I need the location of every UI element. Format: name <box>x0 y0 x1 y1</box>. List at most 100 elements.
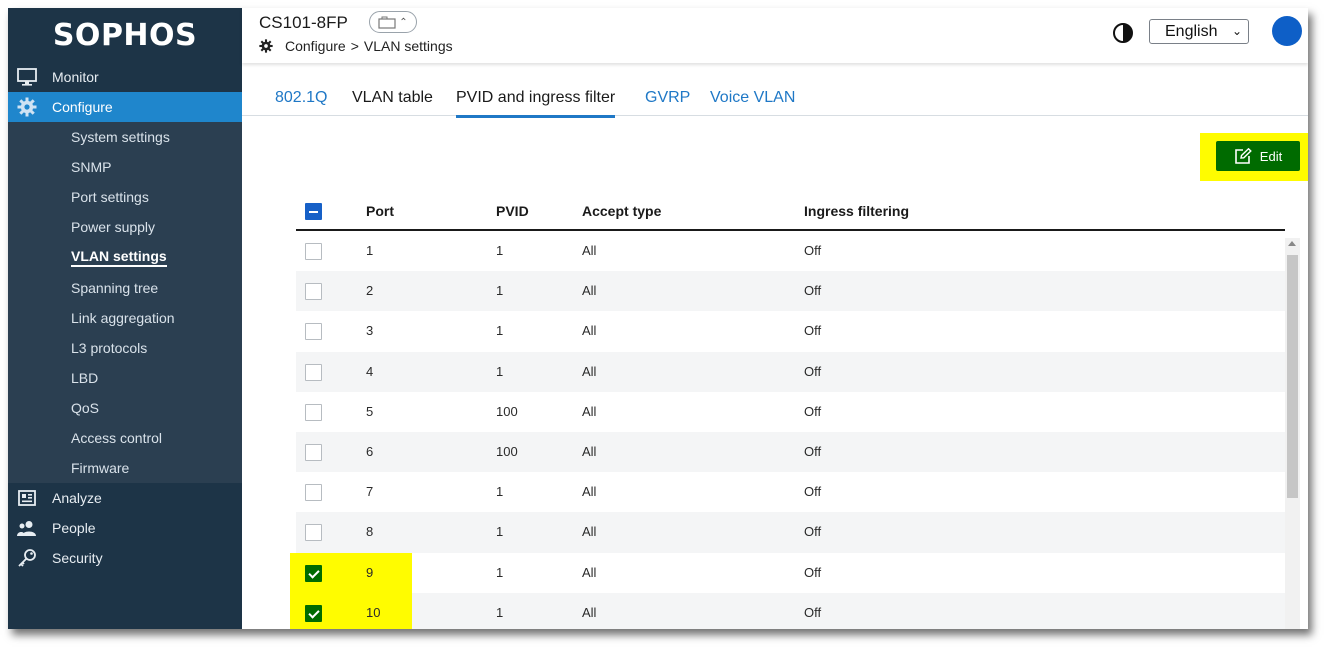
tab-802-1q[interactable]: 802.1Q <box>275 89 327 107</box>
row-checkbox[interactable] <box>305 243 322 260</box>
table-row[interactable]: 9 1 All Off <box>290 552 1285 593</box>
sidebar-item-system-settings[interactable]: System settings <box>8 122 242 152</box>
sidebar-item-snmp[interactable]: SNMP <box>8 152 242 182</box>
nav-analyze[interactable]: Analyze <box>8 483 242 513</box>
cell-pvid: 1 <box>496 484 504 500</box>
people-icon <box>16 517 38 539</box>
language-select[interactable]: English ⌄ <box>1149 19 1249 44</box>
top-header: CS101-8FP ⌃ Configure > VLAN settings En… <box>242 8 1308 63</box>
row-checkbox[interactable] <box>305 283 322 301</box>
cell-pvid: 1 <box>496 524 504 540</box>
table-row[interactable]: 7 1 All Off <box>296 472 1285 512</box>
cell-port: 10 <box>366 604 381 620</box>
nav-people[interactable]: People <box>8 513 242 543</box>
tab-vlan-table[interactable]: VLAN table <box>352 89 433 107</box>
cell-ingress: Off <box>804 484 822 500</box>
cell-ingress: Off <box>804 363 822 379</box>
sidebar-item-link-aggregation[interactable]: Link aggregation <box>8 303 242 333</box>
column-header-pvid[interactable]: PVID <box>496 203 529 219</box>
cell-pvid: 1 <box>496 283 504 299</box>
sidebar-item-firmware[interactable]: Firmware <box>8 453 242 483</box>
row-checkbox[interactable] <box>305 604 322 622</box>
nav-monitor[interactable]: Monitor <box>8 62 242 92</box>
edit-button[interactable]: Edit <box>1216 141 1300 171</box>
sidebar-item-spanning-tree[interactable]: Spanning tree <box>8 272 242 302</box>
nav-security-label: Security <box>52 550 103 567</box>
device-name: CS101-8FP <box>259 13 348 32</box>
table-body: 1 1 All Off 2 1 All Off 3 1 All Off 4 1 … <box>290 231 1285 629</box>
cell-port: 3 <box>366 323 374 339</box>
device-icon <box>378 16 396 29</box>
cell-accept-type: All <box>582 524 597 540</box>
row-checkbox[interactable] <box>305 443 322 461</box>
nav-monitor-label: Monitor <box>52 69 99 85</box>
chevron-up-icon: ⌃ <box>399 16 408 28</box>
monitor-icon <box>16 66 38 88</box>
sidebar-item-qos[interactable]: QoS <box>8 393 242 423</box>
configure-submenu: System settings SNMP Port settings Power… <box>8 122 242 484</box>
cell-accept-type: All <box>582 243 597 258</box>
table-row[interactable]: 4 1 All Off <box>296 351 1285 392</box>
chevron-down-icon: ⌄ <box>1231 24 1242 38</box>
sidebar-item-access-control[interactable]: Access control <box>8 423 242 453</box>
table-row[interactable]: 1 1 All Off <box>296 231 1285 271</box>
cell-pvid: 100 <box>496 443 518 459</box>
table-row[interactable]: 6 100 All Off <box>296 431 1285 473</box>
user-avatar[interactable] <box>1272 16 1302 46</box>
cell-ingress: Off <box>804 243 822 258</box>
nav-configure[interactable]: Configure <box>8 92 242 122</box>
cell-accept-type: All <box>582 484 597 500</box>
edit-icon <box>1234 148 1252 164</box>
row-checkbox[interactable] <box>305 524 322 542</box>
language-value: English <box>1165 22 1218 40</box>
gear-icon <box>259 39 273 53</box>
key-icon <box>16 547 38 569</box>
cell-accept-type: All <box>582 403 597 419</box>
table-row[interactable]: 5 100 All Off <box>296 392 1285 432</box>
breadcrumb-page: VLAN settings <box>363 38 453 54</box>
tab-pvid-ingress-filter[interactable]: PVID and ingress filter <box>456 89 616 118</box>
table-row[interactable]: 2 1 All Off <box>296 271 1285 312</box>
nav-people-label: People <box>52 520 96 537</box>
sidebar: SOPHOS Monitor Configure System settings… <box>8 8 242 629</box>
cell-ingress: Off <box>804 443 822 459</box>
gear-icon <box>16 96 38 118</box>
cell-ingress: Off <box>804 283 822 299</box>
tab-gvrp[interactable]: GVRP <box>645 89 690 107</box>
sidebar-item-power-supply[interactable]: Power supply <box>8 212 242 242</box>
cell-port: 4 <box>366 363 374 379</box>
sidebar-item-port-settings[interactable]: Port settings <box>8 182 242 212</box>
scrollbar-thumb[interactable] <box>1287 255 1298 498</box>
tab-bar: 802.1Q VLAN table PVID and ingress filte… <box>242 63 1308 118</box>
sidebar-item-l3-protocols[interactable]: L3 protocols <box>8 333 242 363</box>
nav-security[interactable]: Security <box>8 543 242 573</box>
table-row[interactable]: 3 1 All Off <box>296 311 1285 351</box>
cell-port: 9 <box>366 564 374 580</box>
cell-ingress: Off <box>804 403 822 419</box>
pvid-table: Port PVID Accept type Ingress filtering … <box>290 195 1285 629</box>
row-checkbox[interactable] <box>305 363 322 381</box>
contrast-toggle-icon[interactable] <box>1112 22 1134 49</box>
column-header-ingress-filtering[interactable]: Ingress filtering <box>804 203 909 219</box>
cell-pvid: 1 <box>496 363 504 379</box>
cell-pvid: 1 <box>496 604 504 620</box>
tab-voice-vlan[interactable]: Voice VLAN <box>710 89 795 107</box>
sidebar-item-vlan-settings[interactable]: VLAN settings <box>8 242 242 272</box>
sidebar-item-lbd[interactable]: LBD <box>8 363 242 393</box>
scroll-up-arrow-icon[interactable] <box>1288 241 1296 246</box>
row-checkbox[interactable] <box>305 564 322 582</box>
device-info-button[interactable]: ⌃ <box>369 11 417 33</box>
row-checkbox[interactable] <box>305 484 322 502</box>
row-checkbox[interactable] <box>305 403 322 421</box>
cell-pvid: 1 <box>496 564 504 580</box>
cell-accept-type: All <box>582 443 597 459</box>
breadcrumb-section[interactable]: Configure <box>285 38 346 54</box>
select-all-checkbox[interactable] <box>305 203 322 220</box>
table-row[interactable]: 8 1 All Off <box>296 512 1285 553</box>
row-checkbox[interactable] <box>305 323 322 341</box>
column-header-port[interactable]: Port <box>366 203 394 219</box>
cell-ingress: Off <box>804 604 822 620</box>
table-row[interactable]: 10 1 All Off <box>290 592 1285 629</box>
column-header-accept-type[interactable]: Accept type <box>582 203 661 219</box>
edit-button-label: Edit <box>1259 148 1283 164</box>
